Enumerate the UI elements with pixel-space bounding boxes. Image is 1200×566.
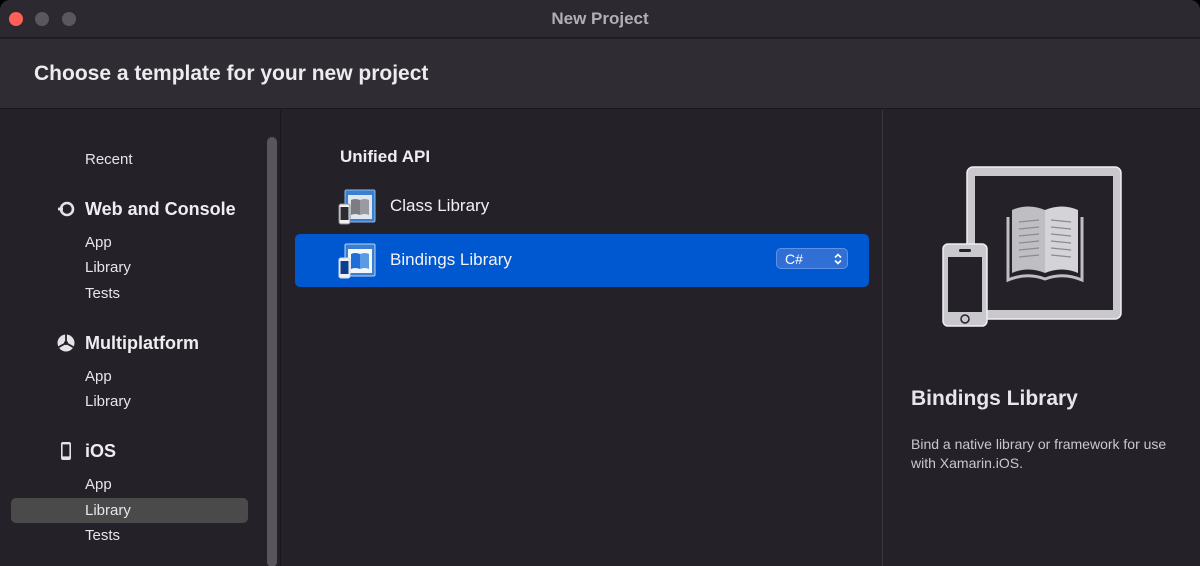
detail-title: Bindings Library — [911, 387, 1078, 410]
chevron-up-down-icon — [829, 250, 847, 267]
page-title: Choose a template for your new project — [34, 62, 429, 85]
sidebar-item-recent[interactable]: Recent — [85, 151, 133, 168]
sidebar-category-web-and-console: Web and Console — [56, 197, 236, 221]
ios-library-icon — [338, 242, 376, 280]
sidebar-category-ios: iOS — [56, 439, 116, 463]
ios-library-icon — [338, 188, 376, 226]
template-detail-pane: Bindings Library Bind a native library o… — [882, 110, 1200, 566]
sidebar-item-multiplatform-library[interactable]: Library — [85, 393, 131, 410]
template-label: Class Library — [390, 196, 490, 215]
dotnet-core-icon — [56, 199, 76, 219]
language-select[interactable]: C# — [776, 248, 848, 269]
sidebar-category-multiplatform: Multiplatform — [56, 331, 199, 355]
sidebar-category-label: Web and Console — [85, 198, 236, 219]
template-label: Bindings Library — [390, 250, 512, 269]
sidebar-item-ios-app[interactable]: App — [85, 476, 112, 493]
template-list: Unified API Class Library Bindings Libra… — [282, 110, 882, 566]
language-value: C# — [785, 250, 803, 267]
sidebar-item-ios-library[interactable]: Library — [85, 502, 131, 519]
ipad-iphone-book-icon — [941, 166, 1125, 329]
template-class-library[interactable]: Class Library — [295, 180, 869, 233]
category-sidebar: Recent Web and Console App Library Tests — [0, 110, 281, 566]
sidebar-scrollbar[interactable] — [267, 137, 277, 566]
iphone-icon — [56, 441, 76, 461]
sidebar-category-label: iOS — [85, 440, 117, 461]
title-bar: New Project — [0, 0, 1200, 38]
sidebar-item-ios-tests[interactable]: Tests — [85, 527, 120, 544]
sidebar-item-multiplatform-app[interactable]: App — [85, 368, 112, 385]
window-title: New Project — [551, 9, 649, 28]
multiplatform-icon — [56, 333, 76, 353]
detail-description: Bind a native library or framework for u… — [911, 436, 1167, 471]
sidebar-item-web-tests[interactable]: Tests — [85, 285, 120, 302]
template-bindings-library[interactable]: Bindings Library C# — [295, 234, 869, 287]
sidebar-category-label: Multiplatform — [85, 332, 199, 353]
new-project-window: New Project Choose a template for your n… — [0, 0, 1200, 566]
sidebar-item-web-app[interactable]: App — [85, 234, 112, 251]
dialog-header: Choose a template for your new project — [0, 39, 1200, 109]
sidebar-item-web-library[interactable]: Library — [85, 259, 131, 276]
section-title: Unified API — [340, 147, 431, 166]
